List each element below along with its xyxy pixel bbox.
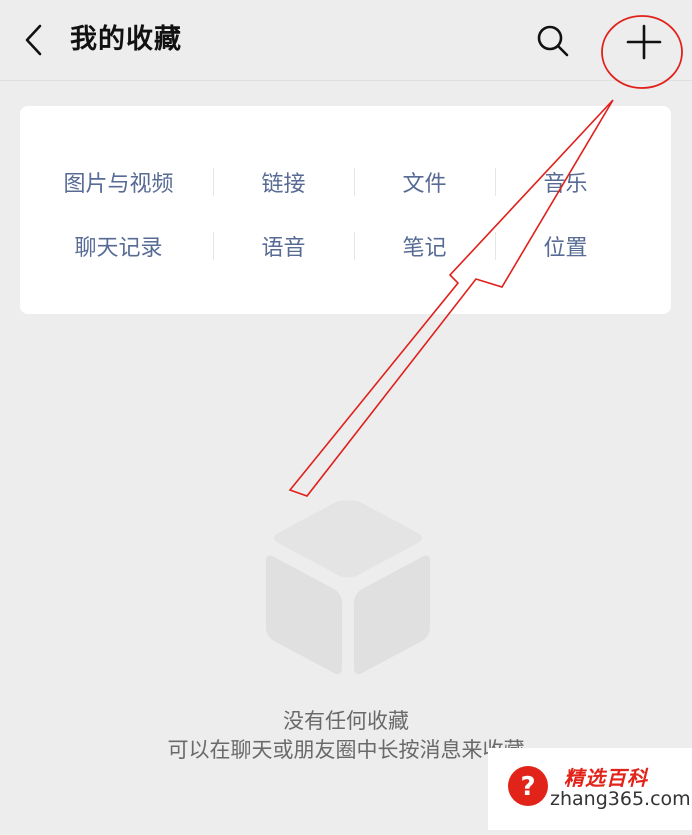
empty-state-title: 没有任何收藏 — [283, 709, 409, 733]
back-button[interactable] — [14, 16, 54, 64]
category-card: 图片与视频 链接 文件 音乐 聊天记录 语音 笔记 位置 — [20, 106, 671, 314]
chevron-left-icon — [25, 24, 42, 56]
watermark: ? 精选百科 zhang365.com — [488, 748, 692, 830]
category-item[interactable]: 位置 — [495, 226, 636, 266]
category-item[interactable]: 音乐 — [495, 162, 636, 202]
category-item[interactable]: 聊天记录 — [48, 226, 189, 266]
category-row-1: 图片与视频 链接 文件 音乐 — [20, 162, 671, 202]
question-mark-icon: ? — [508, 766, 548, 806]
category-item[interactable]: 笔记 — [354, 226, 495, 266]
category-item[interactable]: 语音 — [213, 226, 354, 266]
plus-icon — [626, 24, 662, 60]
watermark-domain: zhang365.com — [550, 788, 691, 810]
top-bar: 我的收藏 — [0, 0, 692, 81]
watermark-brand: 精选百科 — [564, 766, 648, 790]
svg-text:?: ? — [520, 772, 535, 802]
page-title: 我的收藏 — [70, 24, 182, 55]
empty-box-icon — [266, 500, 430, 675]
category-item[interactable]: 图片与视频 — [48, 162, 189, 202]
category-item[interactable]: 文件 — [354, 162, 495, 202]
category-row-2: 聊天记录 语音 笔记 位置 — [20, 226, 671, 266]
add-button[interactable] — [618, 16, 670, 68]
search-button[interactable] — [530, 18, 576, 64]
category-item[interactable]: 链接 — [213, 162, 354, 202]
search-icon — [537, 25, 569, 57]
